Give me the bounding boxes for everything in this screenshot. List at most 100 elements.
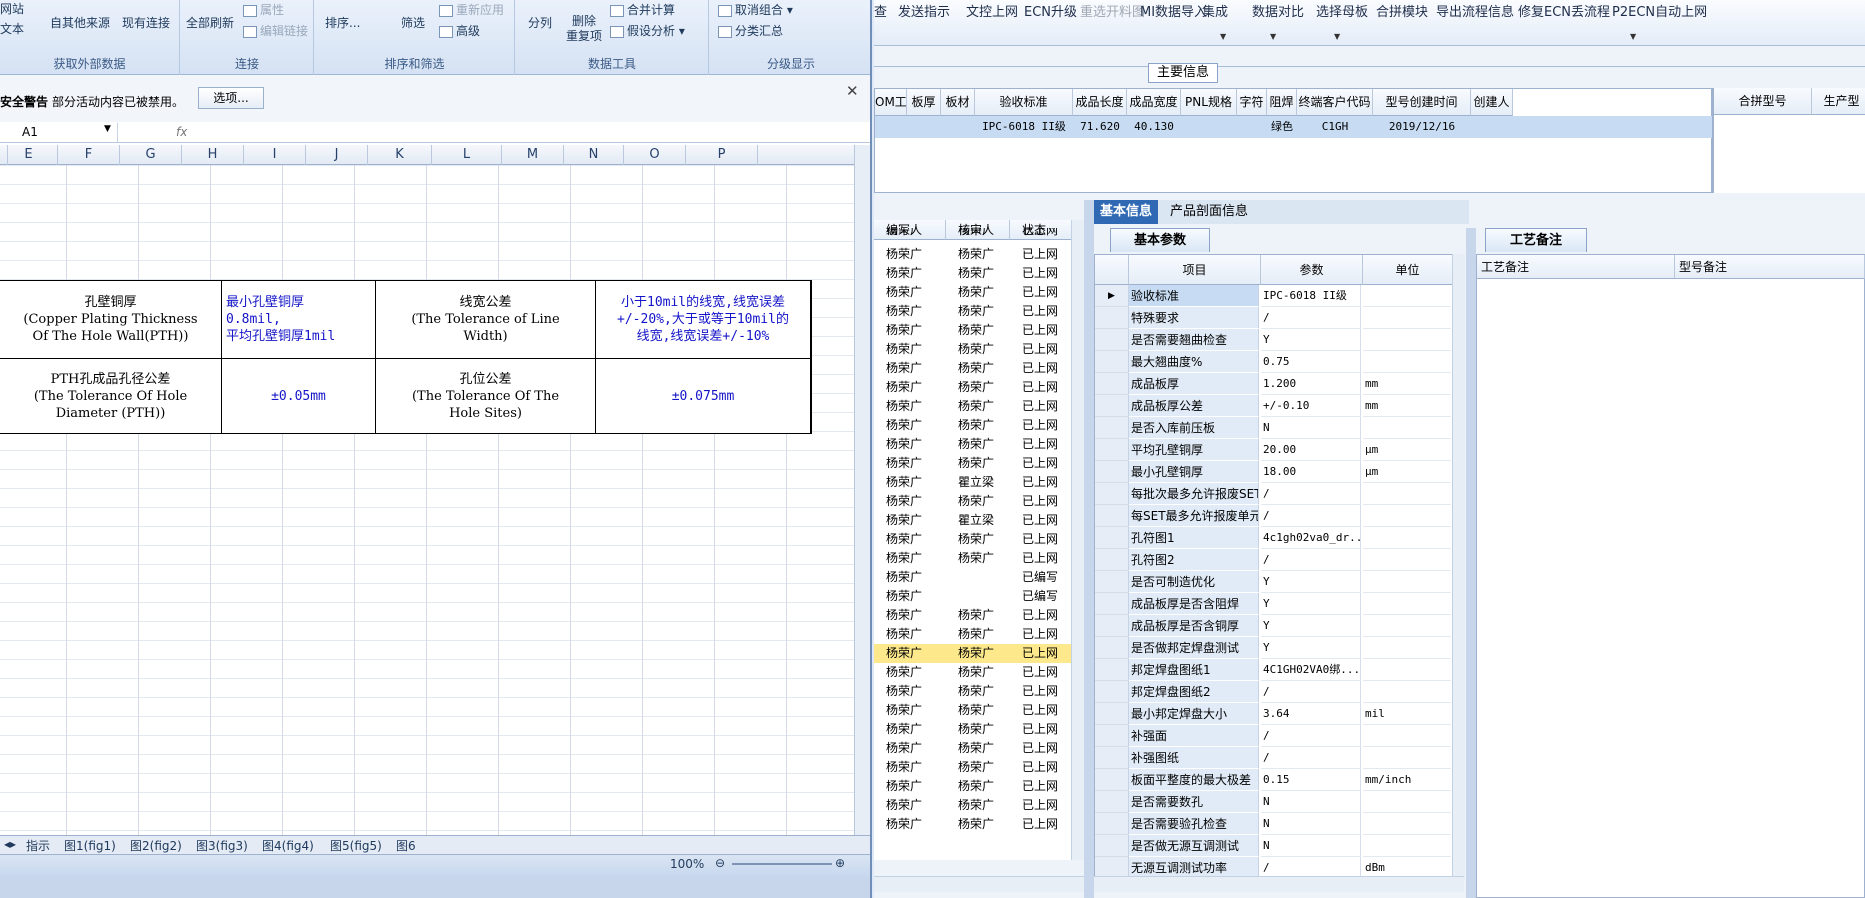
column-header[interactable]: 型号创建时间 bbox=[1373, 89, 1471, 116]
column-header[interactable]: M bbox=[502, 145, 564, 165]
table-row[interactable]: 特殊要求 / bbox=[1095, 307, 1455, 329]
table-row[interactable]: 最小孔壁铜厚 18.00 μm bbox=[1095, 461, 1455, 483]
chevron-down-icon[interactable]: ▼ bbox=[1334, 32, 1340, 41]
column-header[interactable]: 项目 bbox=[1129, 255, 1261, 285]
subtotal-button[interactable]: 分类汇总 bbox=[718, 22, 783, 39]
menu-item[interactable]: MI数据导入 bbox=[1140, 1, 1207, 20]
what-if-button[interactable]: 假设分析 ▾ bbox=[610, 22, 685, 39]
table-cell[interactable]: 孔位公差 (The Tolerance Of The Hole Sites) bbox=[376, 359, 596, 433]
sheet-nav-icon[interactable]: ◂▸ bbox=[4, 837, 16, 851]
column-header[interactable]: OM工厂 bbox=[875, 89, 907, 116]
table-row[interactable]: ▶ 验收标准 IPC-6018 II级 bbox=[1095, 285, 1455, 307]
column-header[interactable]: H bbox=[182, 145, 244, 165]
table-row[interactable]: 是否做邦定焊盘测试 Y bbox=[1095, 637, 1455, 659]
column-header[interactable]: 创建人 bbox=[1471, 89, 1513, 116]
properties-button[interactable]: 属性 bbox=[243, 1, 284, 18]
column-header[interactable]: O bbox=[624, 145, 686, 165]
splitter[interactable] bbox=[1466, 228, 1476, 898]
param-grid[interactable]: 项目 参数 单位 ▶ 验收标准 IPC-6018 II级 特殊要求 / 是否需要翘曲检查 Y 最大翘… bbox=[1094, 254, 1464, 880]
tab-process-notes[interactable]: 工艺备注 bbox=[1485, 228, 1587, 252]
column-header[interactable]: L bbox=[432, 145, 502, 165]
merge-model-grid[interactable]: 合拼型号 生产型 bbox=[1712, 88, 1865, 193]
column-header[interactable]: 生产型 bbox=[1812, 88, 1865, 115]
other-sources-button[interactable]: 自其他来源 bbox=[50, 14, 110, 31]
list-item[interactable]: 杨荣广 杨荣广 已上网 bbox=[874, 701, 1074, 720]
remove-duplicates-button[interactable]: 删除 重复项 bbox=[566, 14, 602, 44]
column-header[interactable]: 参数 bbox=[1261, 255, 1363, 285]
param-value[interactable]: N bbox=[1261, 835, 1361, 857]
formula-bar[interactable] bbox=[0, 122, 870, 143]
name-box[interactable]: A1 bbox=[0, 123, 118, 142]
zoom-out-icon[interactable]: ⊖ bbox=[715, 856, 725, 870]
param-value[interactable]: +/-0.10 bbox=[1261, 395, 1361, 417]
table-row[interactable]: 最大翘曲度% 0.75 bbox=[1095, 351, 1455, 373]
list-item[interactable]: 杨荣广 杨荣广 已上网 bbox=[874, 378, 1074, 397]
sheet-tab[interactable]: 图5(fig5) bbox=[330, 837, 382, 854]
table-row[interactable]: 平均孔壁铜厚 20.00 μm bbox=[1095, 439, 1455, 461]
param-value[interactable]: / bbox=[1261, 725, 1361, 747]
refresh-all-button[interactable]: 全部刷新 bbox=[186, 14, 234, 31]
list-item[interactable]: 杨荣广 杨荣广 已上网 bbox=[874, 777, 1074, 796]
list-item[interactable]: 杨荣广 已编写 bbox=[874, 568, 1074, 587]
param-value[interactable]: Y bbox=[1261, 593, 1361, 615]
param-value[interactable]: 18.00 bbox=[1261, 461, 1361, 483]
menu-item[interactable]: 文控上网 bbox=[966, 1, 1018, 20]
list-item[interactable]: 杨荣广 杨荣广 已上网 bbox=[874, 606, 1074, 625]
chevron-down-icon[interactable]: ▼ bbox=[1220, 32, 1226, 41]
table-cell[interactable]: 孔壁铜厚 (Copper Plating Thickness Of The Ho… bbox=[0, 281, 222, 359]
list-item[interactable]: 杨荣广 杨荣广 已上网 bbox=[874, 492, 1074, 511]
list-item[interactable]: 杨荣广 杨荣广 已上网 bbox=[874, 264, 1074, 283]
list-item[interactable]: 杨荣广 杨荣广 已上网 bbox=[874, 682, 1074, 701]
advanced-button[interactable]: 高级 bbox=[439, 22, 480, 39]
list-item[interactable]: 杨荣广 瞿立梁 已上网 bbox=[874, 511, 1074, 530]
chevron-down-icon[interactable]: ▼ bbox=[1630, 32, 1636, 41]
list-item[interactable]: 杨荣广 杨荣广 已上网 bbox=[874, 340, 1074, 359]
tab-basic-params[interactable]: 基本参数 bbox=[1110, 228, 1210, 252]
column-header[interactable]: I bbox=[244, 145, 306, 165]
chevron-down-icon[interactable]: ▼ bbox=[104, 124, 111, 134]
list-item[interactable]: 杨荣广 杨荣广 已上网 bbox=[874, 530, 1074, 549]
table-cell[interactable]: ±0.075mm bbox=[596, 359, 810, 433]
list-item[interactable]: 杨荣广 杨荣广 已上网 bbox=[874, 815, 1074, 834]
close-icon[interactable]: ✕ bbox=[846, 82, 859, 100]
menu-item[interactable]: 合拼模块 bbox=[1376, 1, 1428, 20]
column-header[interactable]: K bbox=[368, 145, 432, 165]
list-item[interactable]: 杨荣广 杨荣广 已上网 bbox=[874, 549, 1074, 568]
list-item[interactable]: 杨荣广 杨荣广 已上网 bbox=[874, 321, 1074, 340]
column-header[interactable]: J bbox=[306, 145, 368, 165]
column-header[interactable]: N bbox=[564, 145, 624, 165]
table-row[interactable]: 每SET最多允许报废单元 / bbox=[1095, 505, 1455, 527]
table-row[interactable]: 最小邦定焊盘大小 3.64 mil bbox=[1095, 703, 1455, 725]
param-value[interactable]: 0.15 bbox=[1261, 769, 1361, 791]
edit-links-button[interactable]: 编辑链接 bbox=[243, 22, 308, 39]
column-header[interactable]: PNL规格 bbox=[1181, 89, 1237, 116]
list-item[interactable]: 杨荣广 杨荣广 已上网 bbox=[874, 359, 1074, 378]
menu-item[interactable]: P2ECN自动上网 bbox=[1612, 1, 1707, 20]
menu-item[interactable]: 数据对比 bbox=[1252, 1, 1304, 20]
zoom-in-icon[interactable]: ⊕ bbox=[835, 856, 845, 870]
consolidate-button[interactable]: 合并计算 bbox=[610, 1, 675, 18]
column-header[interactable]: 单位 bbox=[1363, 255, 1453, 285]
sheet-tab[interactable]: 图3(fig3) bbox=[196, 837, 248, 854]
param-value[interactable]: / bbox=[1261, 681, 1361, 703]
table-cell[interactable]: 最小孔壁铜厚 0.8mil, 平均孔壁铜厚1mil bbox=[222, 281, 376, 359]
menu-item[interactable]: 发送指示 bbox=[898, 1, 950, 20]
table-row[interactable]: 补强图纸 / bbox=[1095, 747, 1455, 769]
table-row[interactable]: 是否做无源互调测试 N bbox=[1095, 835, 1455, 857]
list-item[interactable]: 杨荣广 瞿立梁 已上网 bbox=[874, 473, 1074, 492]
menu-item[interactable]: ECN升级 bbox=[1024, 1, 1077, 20]
table-row[interactable]: 邦定焊盘图纸2/ bbox=[1095, 681, 1455, 703]
column-header[interactable]: 板材 bbox=[941, 89, 975, 116]
column-header[interactable]: 终端客户代码 bbox=[1297, 89, 1373, 116]
column-header[interactable]: 验收标准 bbox=[975, 89, 1073, 116]
table-cell[interactable]: C1GH bbox=[1297, 117, 1373, 137]
sheet-tab[interactable]: 图2(fig2) bbox=[130, 837, 182, 854]
menu-item[interactable]: 查 bbox=[874, 1, 887, 20]
param-value[interactable]: 20.00 bbox=[1261, 439, 1361, 461]
table-cell[interactable]: 线宽公差 (The Tolerance of Line Width) bbox=[376, 281, 596, 359]
list-item[interactable]: 杨荣广 杨荣广 已上网 bbox=[874, 302, 1074, 321]
param-value[interactable]: / bbox=[1261, 549, 1361, 571]
table-row[interactable]: 是否入库前压板 N bbox=[1095, 417, 1455, 439]
param-value[interactable]: N bbox=[1261, 791, 1361, 813]
list-item[interactable]: 杨荣广 已编写 bbox=[874, 587, 1074, 606]
